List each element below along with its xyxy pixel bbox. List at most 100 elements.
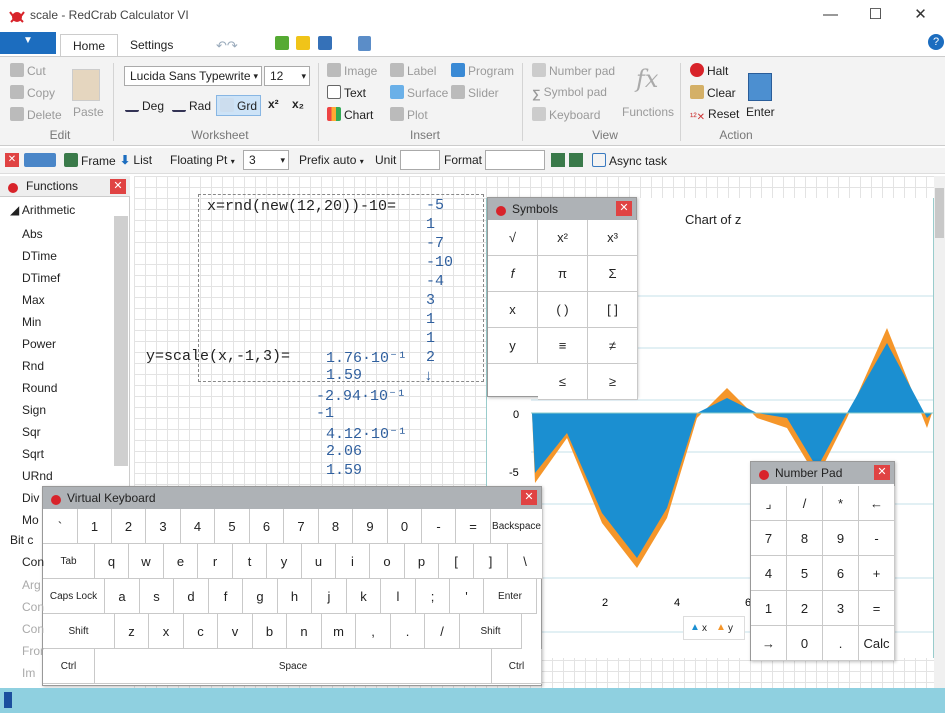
symbol-key[interactable]: √ xyxy=(488,220,538,256)
keyboard-key[interactable]: d xyxy=(174,579,209,614)
numpad-key[interactable]: 2 xyxy=(787,591,823,626)
keyboard-key[interactable]: 1 xyxy=(78,509,112,544)
keyboard-key[interactable]: y xyxy=(267,544,302,579)
keyboard-key[interactable]: Backspace xyxy=(491,509,543,544)
function-item[interactable]: DTime xyxy=(22,249,57,263)
delete-button[interactable]: Delete xyxy=(10,107,62,122)
keyboard-key[interactable]: ; xyxy=(416,579,450,614)
function-item[interactable]: Sign xyxy=(22,403,46,417)
numpad-key[interactable]: 7 xyxy=(751,521,787,556)
subscript-button[interactable]: x₂ xyxy=(292,97,304,111)
numpad-key[interactable]: . xyxy=(823,626,859,661)
keyboard-key[interactable]: h xyxy=(278,579,312,614)
symbol-key[interactable]: [ ] xyxy=(588,292,638,328)
keyboard-key[interactable]: u xyxy=(302,544,336,579)
keyboard-key[interactable]: k xyxy=(347,579,381,614)
file-menu-button[interactable]: ▼ xyxy=(0,32,56,54)
close-functions-button[interactable]: ✕ xyxy=(110,179,126,194)
function-item[interactable]: Abs xyxy=(22,227,43,241)
keyboard-key[interactable]: 0 xyxy=(388,509,422,544)
keyboard-key[interactable]: Shift xyxy=(460,614,522,649)
numpad-key[interactable]: 6 xyxy=(823,556,859,591)
keyboard-key[interactable]: r xyxy=(198,544,233,579)
symbol-key[interactable]: Σ xyxy=(588,256,638,292)
keyboard-key[interactable]: 2 xyxy=(112,509,146,544)
keyboard-key[interactable]: ] xyxy=(474,544,508,579)
symbol-key[interactable]: ≠ xyxy=(588,328,638,364)
async-task-button[interactable]: Async task xyxy=(592,153,667,168)
deg-button[interactable]: Deg xyxy=(125,98,164,113)
numpad-key[interactable]: / xyxy=(787,486,823,521)
unit-input[interactable] xyxy=(400,150,440,170)
open-icon[interactable] xyxy=(275,36,289,50)
close-frame-icon[interactable]: ✕ xyxy=(5,153,19,167)
copy-button[interactable]: Copy xyxy=(10,85,55,100)
function-item[interactable]: Mo xyxy=(22,513,39,527)
function-item[interactable]: Sqr xyxy=(22,425,41,439)
numpad-key[interactable]: → xyxy=(751,626,787,661)
keyboard-key[interactable]: g xyxy=(243,579,278,614)
keyboard-key[interactable]: 4 xyxy=(181,509,215,544)
numpad-key[interactable]: ⌟ xyxy=(751,486,787,521)
function-category[interactable]: Arg xyxy=(22,578,41,592)
symbol-key[interactable]: x² xyxy=(538,220,588,256)
keyboard-key[interactable]: v xyxy=(218,614,253,649)
function-item[interactable]: Sqrt xyxy=(22,447,44,461)
halt-button[interactable]: Halt xyxy=(690,63,728,78)
close-symbols-button[interactable]: ✕ xyxy=(616,201,632,216)
numpad-key[interactable]: * xyxy=(823,486,859,521)
numpad-key[interactable]: 5 xyxy=(787,556,823,591)
keyboard-key[interactable]: 5 xyxy=(215,509,250,544)
paste-icon[interactable] xyxy=(72,69,100,101)
superscript-button[interactable]: x² xyxy=(268,97,279,111)
numpad-key[interactable]: 4 xyxy=(751,556,787,591)
keyboard-key[interactable]: i xyxy=(336,544,370,579)
close-numpad-button[interactable]: ✕ xyxy=(874,465,890,480)
keyboard-key[interactable]: Space xyxy=(95,649,492,684)
symbol-key[interactable]: x³ xyxy=(588,220,638,256)
numpad-key[interactable]: 1 xyxy=(751,591,787,626)
function-item[interactable]: Rnd xyxy=(22,359,44,373)
tab-settings[interactable]: Settings xyxy=(118,34,185,57)
reset-button[interactable]: ¹²✕ Reset xyxy=(690,107,739,126)
chart-button[interactable]: Chart xyxy=(327,107,373,122)
refresh-all-icon[interactable] xyxy=(569,153,583,167)
numpad-key[interactable]: = xyxy=(859,591,895,626)
paste-button[interactable]: Paste xyxy=(73,105,104,119)
frame-button[interactable]: Frame xyxy=(64,153,116,168)
symbol-key[interactable]: ≤ xyxy=(538,364,588,400)
keyboard-key[interactable]: l xyxy=(381,579,416,614)
keyboard-key[interactable]: j xyxy=(312,579,347,614)
function-category[interactable]: Bit c xyxy=(10,533,33,547)
function-item[interactable]: Max xyxy=(22,293,45,307)
keyboard-key[interactable]: t xyxy=(233,544,267,579)
calculator-icon[interactable] xyxy=(358,36,371,51)
program-button[interactable]: Program xyxy=(451,63,514,78)
symbol-key[interactable]: x xyxy=(488,292,538,328)
keyboard-key[interactable]: 7 xyxy=(284,509,319,544)
keyboard-key[interactable]: e xyxy=(164,544,198,579)
clear-button[interactable]: Clear xyxy=(690,85,736,100)
tab-home[interactable]: Home xyxy=(60,34,119,57)
grd-button[interactable]: Grd xyxy=(216,95,262,116)
keyboard-key[interactable]: w xyxy=(129,544,164,579)
image-button[interactable]: Image xyxy=(327,63,377,78)
expression-y[interactable]: y=scale(x,-1,3)= xyxy=(146,348,290,365)
keyboard-key[interactable]: Ctrl xyxy=(492,649,542,684)
function-category[interactable]: Con xyxy=(22,600,44,614)
slider-button[interactable]: Slider xyxy=(451,85,499,100)
keyboard-key[interactable]: x xyxy=(149,614,184,649)
keyboard-key[interactable]: , xyxy=(356,614,391,649)
font-size-select[interactable]: 12 ▾ xyxy=(264,66,310,86)
enter-button[interactable]: Enter xyxy=(746,105,775,119)
numpad-key[interactable]: 8 xyxy=(787,521,823,556)
text-button[interactable]: Text xyxy=(327,85,366,100)
keyboard-button[interactable]: Keyboard xyxy=(532,107,600,122)
keyboard-key[interactable]: . xyxy=(391,614,425,649)
keyboard-key[interactable]: n xyxy=(287,614,322,649)
keyboard-key[interactable]: \ xyxy=(508,544,543,579)
function-item[interactable]: DTimef xyxy=(22,271,60,285)
symbol-key[interactable]: ≥ xyxy=(588,364,638,400)
close-window-button[interactable]: ✕ xyxy=(898,0,943,32)
function-category[interactable]: Fror xyxy=(22,644,44,658)
